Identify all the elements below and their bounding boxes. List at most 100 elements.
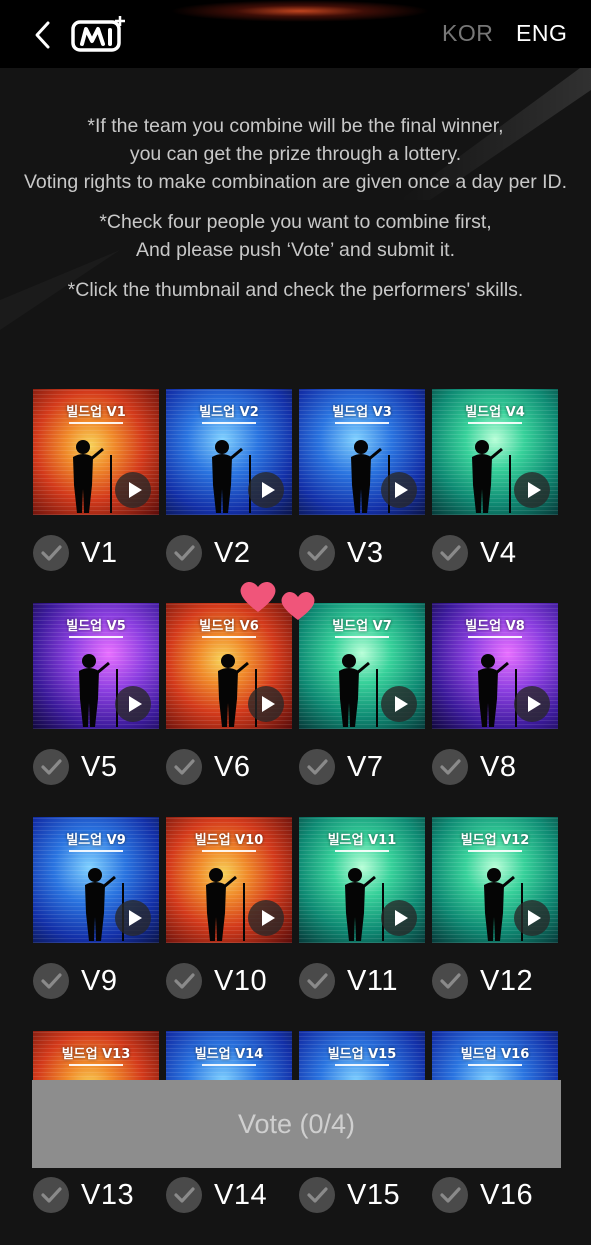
checkmark-icon[interactable]: [432, 535, 468, 571]
performer-thumbnail[interactable]: 빌드업 V12: [432, 817, 558, 943]
title-underline: [468, 850, 522, 852]
checkmark-icon[interactable]: [33, 749, 69, 785]
checkmark-icon[interactable]: [166, 963, 202, 999]
performer-thumbnail[interactable]: 빌드업 V11: [299, 817, 425, 943]
performer-thumbnail[interactable]: 빌드업 V5: [33, 603, 159, 729]
thumbnail-title: 빌드업 V9: [33, 829, 159, 852]
checkmark-icon[interactable]: [33, 1177, 69, 1213]
thumbnail-title: 빌드업 V1: [33, 401, 159, 424]
play-icon: [528, 482, 541, 498]
performer-select[interactable]: V15: [299, 1175, 400, 1215]
check-glyph: [174, 759, 195, 775]
performer-select[interactable]: V4: [432, 533, 516, 573]
check-glyph: [440, 545, 461, 561]
check-glyph: [174, 545, 195, 561]
performer-label: V12: [480, 964, 534, 997]
performer-select[interactable]: V14: [166, 1175, 267, 1215]
title-underline: [335, 1064, 389, 1066]
performer-label: V3: [347, 536, 384, 569]
checkmark-icon[interactable]: [33, 535, 69, 571]
checkmark-icon[interactable]: [33, 963, 69, 999]
performer-select[interactable]: V1: [33, 533, 117, 573]
performer-select[interactable]: V13: [33, 1175, 134, 1215]
performer-label: V2: [214, 536, 251, 569]
title-underline: [335, 850, 389, 852]
mnet-plus-logo[interactable]: [70, 14, 126, 54]
thumbnail-title-text: 빌드업 V5: [66, 619, 126, 634]
play-button[interactable]: [514, 900, 550, 936]
performer-select[interactable]: V7: [299, 747, 383, 787]
performer-select[interactable]: V8: [432, 747, 516, 787]
back-arrow-icon[interactable]: [28, 18, 58, 52]
vote-button[interactable]: Vote (0/4): [32, 1080, 561, 1168]
performer-thumbnail[interactable]: 빌드업 V1: [33, 389, 159, 515]
performer-thumbnail[interactable]: 빌드업 V4: [432, 389, 558, 515]
play-button[interactable]: [248, 472, 284, 508]
thumbnail-title: 빌드업 V13: [33, 1043, 159, 1066]
checkmark-icon[interactable]: [432, 749, 468, 785]
play-button[interactable]: [115, 900, 151, 936]
performer-card: 빌드업 V5 V5: [33, 603, 159, 817]
performer-thumbnail[interactable]: 빌드업 V8: [432, 603, 558, 729]
performer-select[interactable]: V10: [166, 961, 267, 1001]
checkmark-icon[interactable]: [166, 535, 202, 571]
play-button[interactable]: [248, 900, 284, 936]
checkmark-icon[interactable]: [432, 963, 468, 999]
play-button[interactable]: [248, 686, 284, 722]
play-button[interactable]: [514, 472, 550, 508]
performer-select[interactable]: V3: [299, 533, 383, 573]
performer-select[interactable]: V6: [166, 747, 250, 787]
play-button[interactable]: [514, 686, 550, 722]
performer-card: 빌드업 V3 V3: [299, 389, 425, 603]
performer-select[interactable]: V11: [299, 961, 398, 1001]
performer-label: V15: [347, 1178, 401, 1211]
play-button[interactable]: [381, 472, 417, 508]
performer-card: 빌드업 V10 V10: [166, 817, 292, 1031]
check-glyph: [440, 759, 461, 775]
performer-thumbnail[interactable]: 빌드업 V9: [33, 817, 159, 943]
play-button[interactable]: [115, 686, 151, 722]
performer-thumbnail[interactable]: 빌드업 V2: [166, 389, 292, 515]
checkmark-icon[interactable]: [432, 1177, 468, 1213]
thumbnail-title-text: 빌드업 V7: [332, 619, 392, 634]
checkmark-icon[interactable]: [299, 1177, 335, 1213]
performer-label: V1: [81, 536, 118, 569]
thumbnail-title: 빌드업 V14: [166, 1043, 292, 1066]
performer-select[interactable]: V16: [432, 1175, 533, 1215]
check-glyph: [307, 759, 328, 775]
notice-check-four: *Check four people you want to combine f…: [0, 208, 591, 264]
play-button[interactable]: [381, 900, 417, 936]
performer-select[interactable]: V5: [33, 747, 117, 787]
play-icon: [528, 696, 541, 712]
check-glyph: [41, 973, 62, 989]
performer-thumbnail[interactable]: 빌드업 V10: [166, 817, 292, 943]
checkmark-icon[interactable]: [166, 749, 202, 785]
thumbnail-title-text: 빌드업 V1: [66, 405, 126, 420]
thumbnail-title-text: 빌드업 V9: [66, 833, 126, 848]
play-icon: [395, 482, 408, 498]
checkmark-icon[interactable]: [166, 1177, 202, 1213]
performer-select[interactable]: V9: [33, 961, 117, 1001]
performer-select[interactable]: V12: [432, 961, 533, 1001]
thumbnail-title-text: 빌드업 V15: [327, 1047, 397, 1062]
play-button[interactable]: [381, 686, 417, 722]
language-kor[interactable]: KOR: [442, 20, 493, 47]
play-button[interactable]: [115, 472, 151, 508]
checkmark-icon[interactable]: [299, 535, 335, 571]
language-eng[interactable]: ENG: [516, 20, 567, 47]
performer-select[interactable]: V2: [166, 533, 250, 573]
check-glyph: [41, 545, 62, 561]
checkmark-icon[interactable]: [299, 749, 335, 785]
hearts-decoration: [240, 581, 315, 620]
title-underline: [69, 636, 123, 638]
play-icon: [129, 482, 142, 498]
performer-thumbnail[interactable]: 빌드업 V3: [299, 389, 425, 515]
title-underline: [69, 1064, 123, 1066]
checkmark-icon[interactable]: [299, 963, 335, 999]
thumbnail-title: 빌드업 V11: [299, 829, 425, 852]
thumbnail-title: 빌드업 V5: [33, 615, 159, 638]
thumbnail-title-text: 빌드업 V10: [194, 833, 264, 848]
performer-label: V8: [480, 750, 517, 783]
check-glyph: [307, 545, 328, 561]
header-glow: [170, 0, 430, 22]
